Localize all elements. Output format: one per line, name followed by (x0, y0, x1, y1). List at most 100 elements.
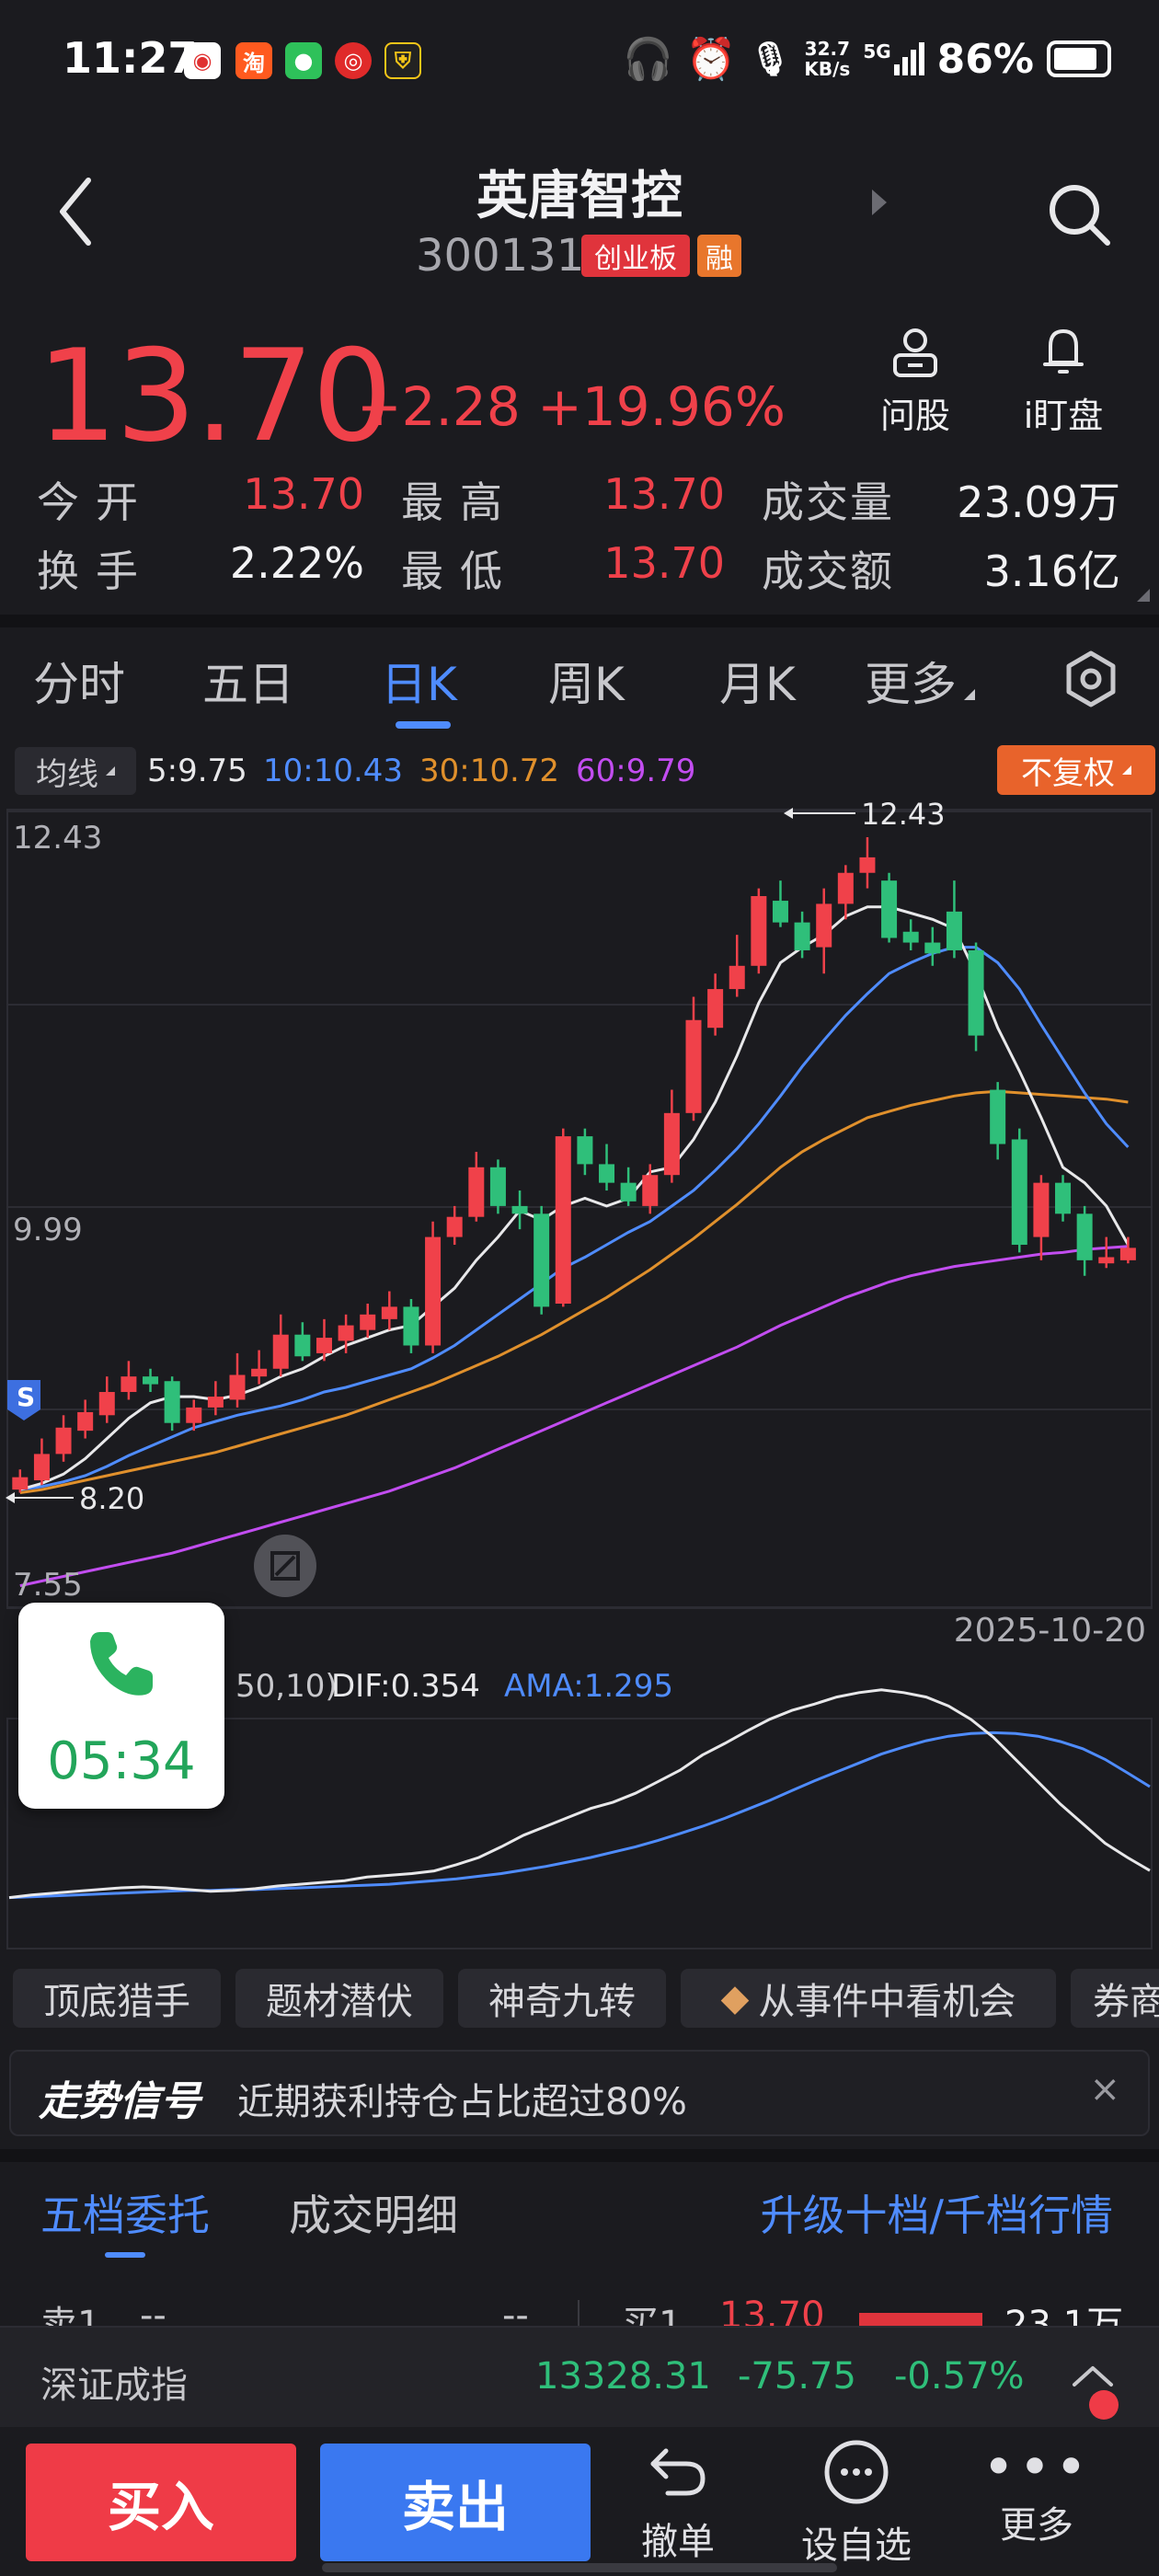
candle (1011, 1128, 1027, 1253)
tab-order-book[interactable]: 五档委托 (40, 2182, 210, 2243)
board-tag: 创业板 (581, 235, 690, 277)
chart-date: 2025-10-20 (954, 1612, 1146, 1650)
high-value: 13.70 (603, 469, 725, 519)
divider (0, 615, 1159, 627)
high-label: 最高 (401, 477, 519, 527)
expand-corner-icon[interactable] (1137, 589, 1150, 602)
candle (1055, 1175, 1072, 1222)
more-button[interactable]: ••• 更多 (968, 2390, 1119, 2548)
ask-stock-button[interactable]: 问股 (865, 324, 966, 438)
alarm-icon: ⏰ (685, 36, 737, 83)
candle (360, 1304, 376, 1339)
call-duration: 05:34 (47, 1731, 196, 1791)
watch-button[interactable]: i盯盘 (1006, 324, 1120, 438)
upgrade-level2-link[interactable]: 升级十档/千档行情 (761, 2182, 1114, 2243)
user-icon (893, 328, 937, 377)
ma30-value: 30:10.72 (419, 753, 560, 789)
feature-chip-event-opportunity[interactable]: ◆ 从事件中看机会 (681, 1969, 1056, 2028)
stock-code: 300131 (416, 230, 585, 282)
notification-dot (1089, 2390, 1119, 2420)
tab-more[interactable]: 更多 (865, 648, 975, 714)
candle (902, 919, 919, 950)
stock-name: 英唐智控 (476, 167, 683, 226)
tab-weekly-k[interactable]: 周K (548, 648, 625, 714)
ma-toggle[interactable]: 均线 (15, 747, 136, 795)
adjust-type-button[interactable]: 不复权 (997, 745, 1155, 795)
candle (143, 1368, 159, 1393)
battery-percent: 86% (936, 35, 1034, 83)
ma5-line (19, 905, 1130, 1491)
dropdown-corner-icon (106, 766, 115, 776)
macd-params: 50,10) (235, 1668, 338, 1705)
candle (685, 996, 702, 1121)
signal-icon: 5G (863, 42, 924, 75)
divider (0, 2149, 1159, 2162)
status-bar: 11:27 ◉ 淘 ● ◎ ⛨ 🎧 ⏰ 🎙 32.7 KB/s 5G 86% (0, 0, 1159, 129)
candle (251, 1350, 268, 1385)
shield-app-icon: ⛨ (384, 42, 421, 79)
buy1-volume-bar (859, 2313, 982, 2326)
tab-five-day[interactable]: 五日 (202, 648, 294, 714)
amount-value: 3.16亿 (983, 546, 1120, 596)
cancel-order-button[interactable]: 撤单 (609, 2427, 747, 2565)
mic-icon: 🎙 (749, 40, 792, 78)
buy1-label: 买1 (622, 2304, 683, 2326)
tab-intraday[interactable]: 分时 (33, 648, 125, 714)
tab-daily-k[interactable]: 日K (381, 648, 457, 714)
svg-text:8.20: 8.20 (79, 1481, 144, 1516)
candles (12, 837, 1136, 1493)
search-icon[interactable] (1045, 180, 1115, 250)
current-price: 13.70 (37, 322, 393, 470)
call-floating-window[interactable]: 05:34 (18, 1603, 224, 1809)
candle (751, 888, 767, 974)
bottom-action-bar: 买入 卖出 撤单 设自选 ••• 更多 (0, 2390, 1159, 2576)
candle (1098, 1236, 1115, 1269)
candle (599, 1144, 615, 1191)
feature-chip-bottom-hunter[interactable]: 顶底猎手 (13, 1969, 221, 2028)
open-label: 今开 (37, 477, 155, 527)
buy-button[interactable]: 买入 (26, 2444, 296, 2561)
ask-stock-label: 问股 (879, 396, 950, 436)
close-icon[interactable]: × (1089, 2068, 1120, 2110)
tab-trade-detail[interactable]: 成交明细 (289, 2182, 458, 2243)
candle (946, 880, 962, 959)
more-label: 更多 (1000, 2504, 1073, 2547)
candle (425, 1221, 442, 1353)
sell-button[interactable]: 卖出 (320, 2444, 591, 2561)
signal-text: 近期获利持仓占比超过80% (237, 2081, 687, 2123)
clock: 11:27 (63, 33, 198, 83)
candle (772, 880, 788, 927)
amount-label: 成交额 (762, 546, 894, 596)
settings-hexagon-icon[interactable] (1061, 650, 1120, 708)
order-row: 卖1 -- -- 买1 13.70 23.1万 (0, 2289, 1159, 2326)
feature-chip-theme-ambush[interactable]: 题材潜伏 (235, 1969, 443, 2028)
add-watchlist-button[interactable]: 设自选 (787, 2427, 925, 2569)
candle (272, 1314, 289, 1377)
candle (12, 1469, 29, 1493)
draw-tool-icon[interactable] (254, 1535, 316, 1597)
margin-tag: 融 (697, 235, 741, 277)
candle (859, 837, 876, 889)
feature-chip-magic-nine[interactable]: 神奇九转 (458, 1969, 666, 2028)
battery-icon (1047, 40, 1111, 77)
candle (924, 926, 941, 966)
index-name: 深证成指 (40, 2364, 188, 2407)
index-ticker[interactable]: 深证成指 13328.31 -75.75 -0.57% (0, 2326, 1159, 2427)
candle (620, 1167, 637, 1206)
wechat-app-icon: ● (285, 42, 322, 79)
candle (990, 1082, 1006, 1160)
macd-dif: DIF:0.354 (331, 1668, 480, 1705)
candle (164, 1376, 180, 1432)
map-app-icon: ◉ (184, 42, 221, 79)
feature-chip-broker[interactable]: 券商 (1071, 1969, 1159, 2028)
trend-signal-banner[interactable]: 走势信号 近期获利持仓占比超过80% × (9, 2050, 1150, 2136)
tab-monthly-k[interactable]: 月K (719, 648, 796, 714)
taobao-app-icon: 淘 (235, 42, 272, 79)
price-change: +2.28 +19.96% (357, 375, 786, 438)
turnover-value: 2.22% (229, 538, 364, 588)
chevron-up-icon[interactable] (1071, 2363, 1115, 2388)
low-value: 13.70 (603, 538, 725, 588)
index-value: 13328.31 (535, 2355, 711, 2398)
tab-active-indicator (396, 721, 451, 729)
next-stock-icon[interactable] (872, 190, 887, 215)
